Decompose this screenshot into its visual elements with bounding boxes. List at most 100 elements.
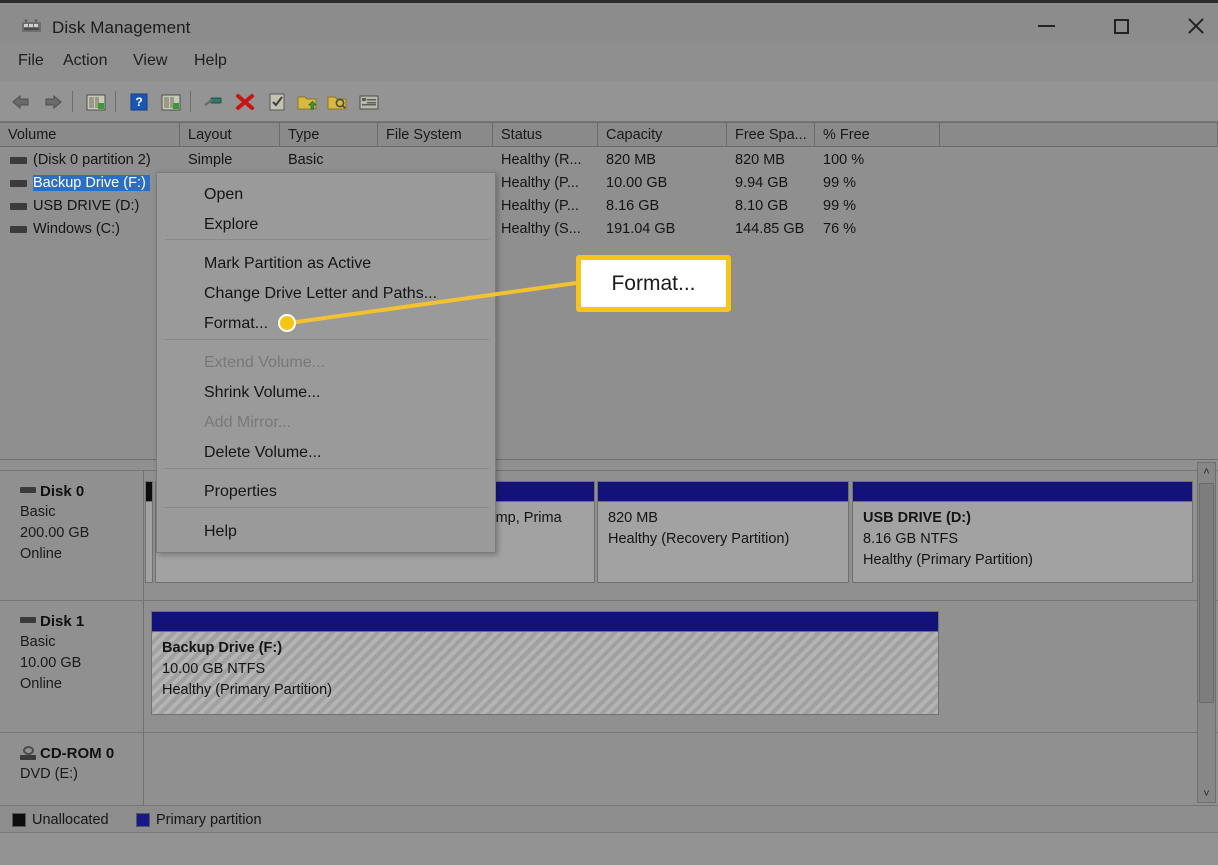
help-icon[interactable]: ?: [126, 89, 152, 114]
volume-disk-icon: [10, 180, 27, 187]
table-row[interactable]: (Disk 0 partition 2)SimpleBasicHealthy (…: [0, 149, 1218, 172]
context-menu-item-mark-partition-as-active[interactable]: Mark Partition as Active: [157, 249, 497, 279]
cell-percent-free: 100 %: [823, 149, 940, 172]
column-header-volume[interactable]: Volume: [0, 123, 180, 147]
cell-free-space: 144.85 GB: [735, 218, 815, 241]
cell-volume-label: Backup Drive (F:): [33, 175, 150, 191]
context-menu-item-shrink-volume[interactable]: Shrink Volume...: [157, 378, 497, 408]
context-menu-item-properties[interactable]: Properties: [157, 477, 497, 507]
disk-meta: Basic10.00 GBOnline: [20, 632, 143, 695]
rescan-disks-icon[interactable]: [200, 89, 226, 114]
cell-status: Healthy (P...: [501, 172, 598, 195]
delete-icon[interactable]: [232, 89, 258, 114]
cell-status: Healthy (R...: [501, 149, 598, 172]
partition-capacity-bar: [598, 482, 848, 502]
menu-help[interactable]: Help: [190, 52, 231, 76]
partition-block[interactable]: 820 MBHealthy (Recovery Partition): [597, 481, 849, 583]
refresh-icon[interactable]: [158, 89, 184, 114]
explore-icon[interactable]: [324, 89, 350, 114]
context-menu-item-change-drive-letter-and-paths[interactable]: Change Drive Letter and Paths...: [157, 279, 497, 309]
forward-icon[interactable]: [40, 89, 66, 114]
close-button[interactable]: [1172, 9, 1218, 43]
title-bar: Disk Management: [0, 0, 1218, 45]
scroll-down-arrow[interactable]: ˅: [1198, 785, 1215, 802]
partition-size: 8.16 GB NTFS: [863, 529, 1186, 550]
cell-file-system: [386, 149, 493, 172]
minimize-button[interactable]: [1023, 9, 1069, 43]
context-menu-separator: [165, 468, 489, 469]
disk-title: CD-ROM 0: [20, 745, 143, 762]
disk-management-window: Disk Management File Action View Help ? Vol…: [0, 0, 1218, 865]
window-title: Disk Management: [52, 18, 191, 38]
separator-3: [190, 91, 191, 112]
graphical-view-scrollbar[interactable]: ˄ ˅: [1197, 462, 1216, 803]
disk-management-icon: [22, 19, 41, 35]
status-bar: [0, 832, 1218, 865]
cell-free-space: 820 MB: [735, 149, 815, 172]
cdrom-icon: [20, 746, 38, 760]
cell-capacity: 10.00 GB: [606, 172, 727, 195]
cell-percent-free: 99 %: [823, 195, 940, 218]
disk-meta-line: Online: [20, 544, 143, 565]
partition-legend: UnallocatedPrimary partition: [0, 805, 1218, 832]
scroll-up-arrow[interactable]: ˄: [1198, 463, 1215, 480]
disk-icon: [20, 487, 36, 493]
disk-meta-line: 10.00 GB: [20, 653, 143, 674]
partition-block[interactable]: [145, 481, 153, 583]
context-menu-item-delete-volume[interactable]: Delete Volume...: [157, 438, 497, 468]
column-header-capacity[interactable]: Capacity: [598, 123, 727, 147]
partition-text: Backup Drive (F:)10.00 GB NTFSHealthy (P…: [162, 638, 932, 701]
column-header-free-spa[interactable]: Free Spa...: [727, 123, 815, 147]
new-volume-icon[interactable]: [294, 89, 320, 114]
maximize-button[interactable]: [1098, 9, 1144, 43]
cell-free-space: 9.94 GB: [735, 172, 815, 195]
disk-meta: DVD (E:): [20, 764, 143, 785]
disk-meta-line: Basic: [20, 502, 143, 523]
volume-table-header: VolumeLayoutTypeFile SystemStatusCapacit…: [0, 122, 1218, 147]
partition-block[interactable]: USB DRIVE (D:)8.16 GB NTFSHealthy (Prima…: [852, 481, 1193, 583]
context-menu-item-open[interactable]: Open: [157, 180, 497, 210]
cell-layout: Simple: [188, 149, 280, 172]
menu-view[interactable]: View: [129, 52, 171, 76]
column-header-file-system[interactable]: File System: [378, 123, 493, 147]
column-header-status[interactable]: Status: [493, 123, 598, 147]
disk-meta-line: 200.00 GB: [20, 523, 143, 544]
volume-context-menu[interactable]: OpenExplore Mark Partition as ActiveChang…: [156, 172, 496, 553]
partition-block[interactable]: Backup Drive (F:)10.00 GB NTFSHealthy (P…: [151, 611, 939, 715]
disk-name-label: CD-ROM 0: [40, 745, 114, 762]
back-icon[interactable]: [8, 89, 34, 114]
disk-icon: [20, 617, 36, 623]
properties-icon[interactable]: [264, 89, 290, 114]
legend-swatch: [136, 813, 150, 827]
disk-info-panel[interactable]: CD-ROM 0 DVD (E:): [8, 733, 144, 805]
annotation-callout: Format...: [576, 255, 731, 312]
menu-file[interactable]: File: [14, 52, 48, 76]
scrollbar-thumb[interactable]: [1199, 483, 1214, 703]
disk-info-panel[interactable]: Disk 0 Basic200.00 GBOnline: [8, 471, 144, 600]
cell-volume: (Disk 0 partition 2): [33, 149, 180, 172]
menu-action[interactable]: Action: [59, 52, 111, 76]
column-header-free[interactable]: % Free: [815, 123, 940, 147]
disk-meta-line: Online: [20, 674, 143, 695]
disk-name-label: Disk 0: [40, 483, 84, 500]
disk-meta-line: Basic: [20, 632, 143, 653]
column-header-blank[interactable]: [940, 123, 1218, 147]
partition-name: Backup Drive (F:): [162, 638, 932, 659]
column-header-layout[interactable]: Layout: [180, 123, 280, 147]
context-menu-separator: [165, 507, 489, 508]
context-menu-item-format[interactable]: Format...: [157, 309, 497, 339]
context-menu-item-help[interactable]: Help: [157, 517, 497, 547]
disk-title: Disk 0: [20, 483, 143, 500]
cell-capacity: 8.16 GB: [606, 195, 727, 218]
volume-disk-icon: [10, 226, 27, 233]
partition-capacity-bar: [853, 482, 1192, 502]
column-header-type[interactable]: Type: [280, 123, 378, 147]
list-view-icon[interactable]: [356, 89, 382, 114]
volume-disk-icon: [10, 203, 27, 210]
toolbar: ?: [0, 82, 1218, 122]
disk-info-panel[interactable]: Disk 1 Basic10.00 GBOnline: [8, 601, 144, 732]
context-menu-item-explore[interactable]: Explore: [157, 210, 497, 240]
show-hide-console-tree-icon[interactable]: [83, 89, 109, 114]
disk-row-cd-rom-0: CD-ROM 0 DVD (E:): [0, 732, 1218, 805]
disk-title: Disk 1: [20, 613, 143, 630]
